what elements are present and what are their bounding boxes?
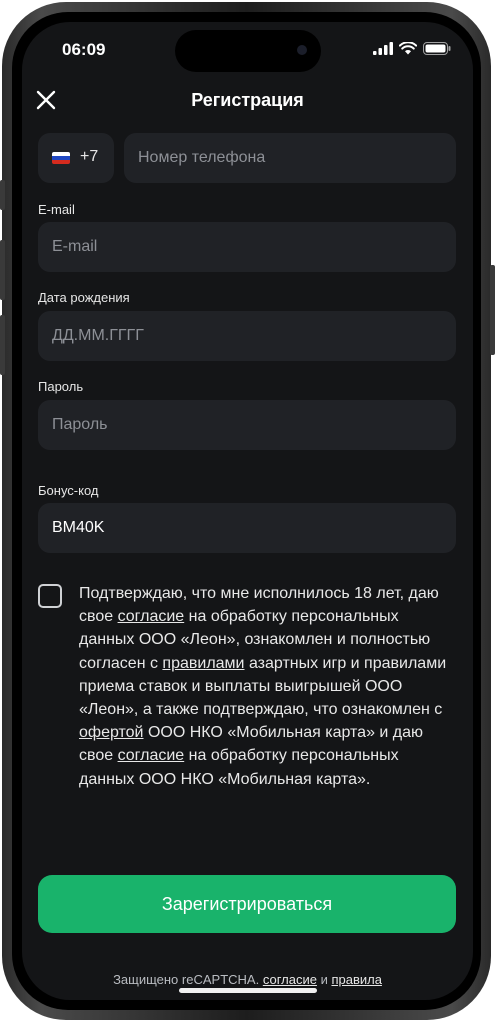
consent-checkbox[interactable] [38,584,62,608]
home-indicator[interactable] [179,988,317,993]
russia-flag-icon [52,152,70,164]
password-placeholder: Пароль [52,416,108,433]
status-bar: 06:09 [22,22,473,78]
email-input[interactable]: E-mail [38,222,456,272]
header: Регистрация [22,88,473,118]
status-icons [373,42,451,55]
footer-consent-link[interactable]: согласие [263,972,317,987]
signal-icon [373,42,393,55]
country-code-select[interactable]: +7 [38,133,114,183]
page-title: Регистрация [191,90,304,110]
birthdate-input[interactable]: ДД.ММ.ГГГГ [38,311,456,361]
footer-text: Защищено reCAPTCHA. [113,972,263,987]
camera-icon [297,45,307,55]
phone-placeholder: Номер телефона [138,149,266,166]
phone-input[interactable]: Номер телефона [124,133,456,183]
bonus-code-input[interactable]: BM40K [38,503,456,553]
birthdate-placeholder: ДД.ММ.ГГГГ [52,327,144,344]
recaptcha-footer: Защищено reCAPTCHA. согласие и правила [22,972,473,987]
battery-icon [423,42,451,55]
side-button [0,180,5,210]
email-label: E-mail [38,202,75,217]
rules-link[interactable]: правилами [162,655,244,672]
side-button [0,240,5,300]
register-button[interactable]: Зарегистрироваться [38,875,456,933]
birthdate-label: Дата рождения [38,290,130,305]
side-button [0,315,5,375]
password-input[interactable]: Пароль [38,400,456,450]
consent-text: Подтверждаю, что мне исполнилось 18 лет,… [79,582,449,791]
side-button [490,265,495,355]
bonus-label: Бонус-код [38,483,99,498]
footer-text: и [316,972,332,987]
wifi-icon [399,42,417,55]
footer-rules-link[interactable]: правила [331,972,381,987]
app-screen: 06:09 Регистрация +7 Номер телефона E-ma… [22,22,473,1000]
country-code: +7 [80,148,99,165]
password-label: Пароль [38,379,84,394]
consent-link[interactable]: согласие [118,608,185,625]
status-time: 06:09 [62,40,106,59]
dynamic-island [175,30,321,72]
email-placeholder: E-mail [52,238,98,255]
offer-link[interactable]: офертой [79,724,144,741]
bonus-code-value: BM40K [52,519,105,536]
consent-link[interactable]: согласие [118,747,185,764]
